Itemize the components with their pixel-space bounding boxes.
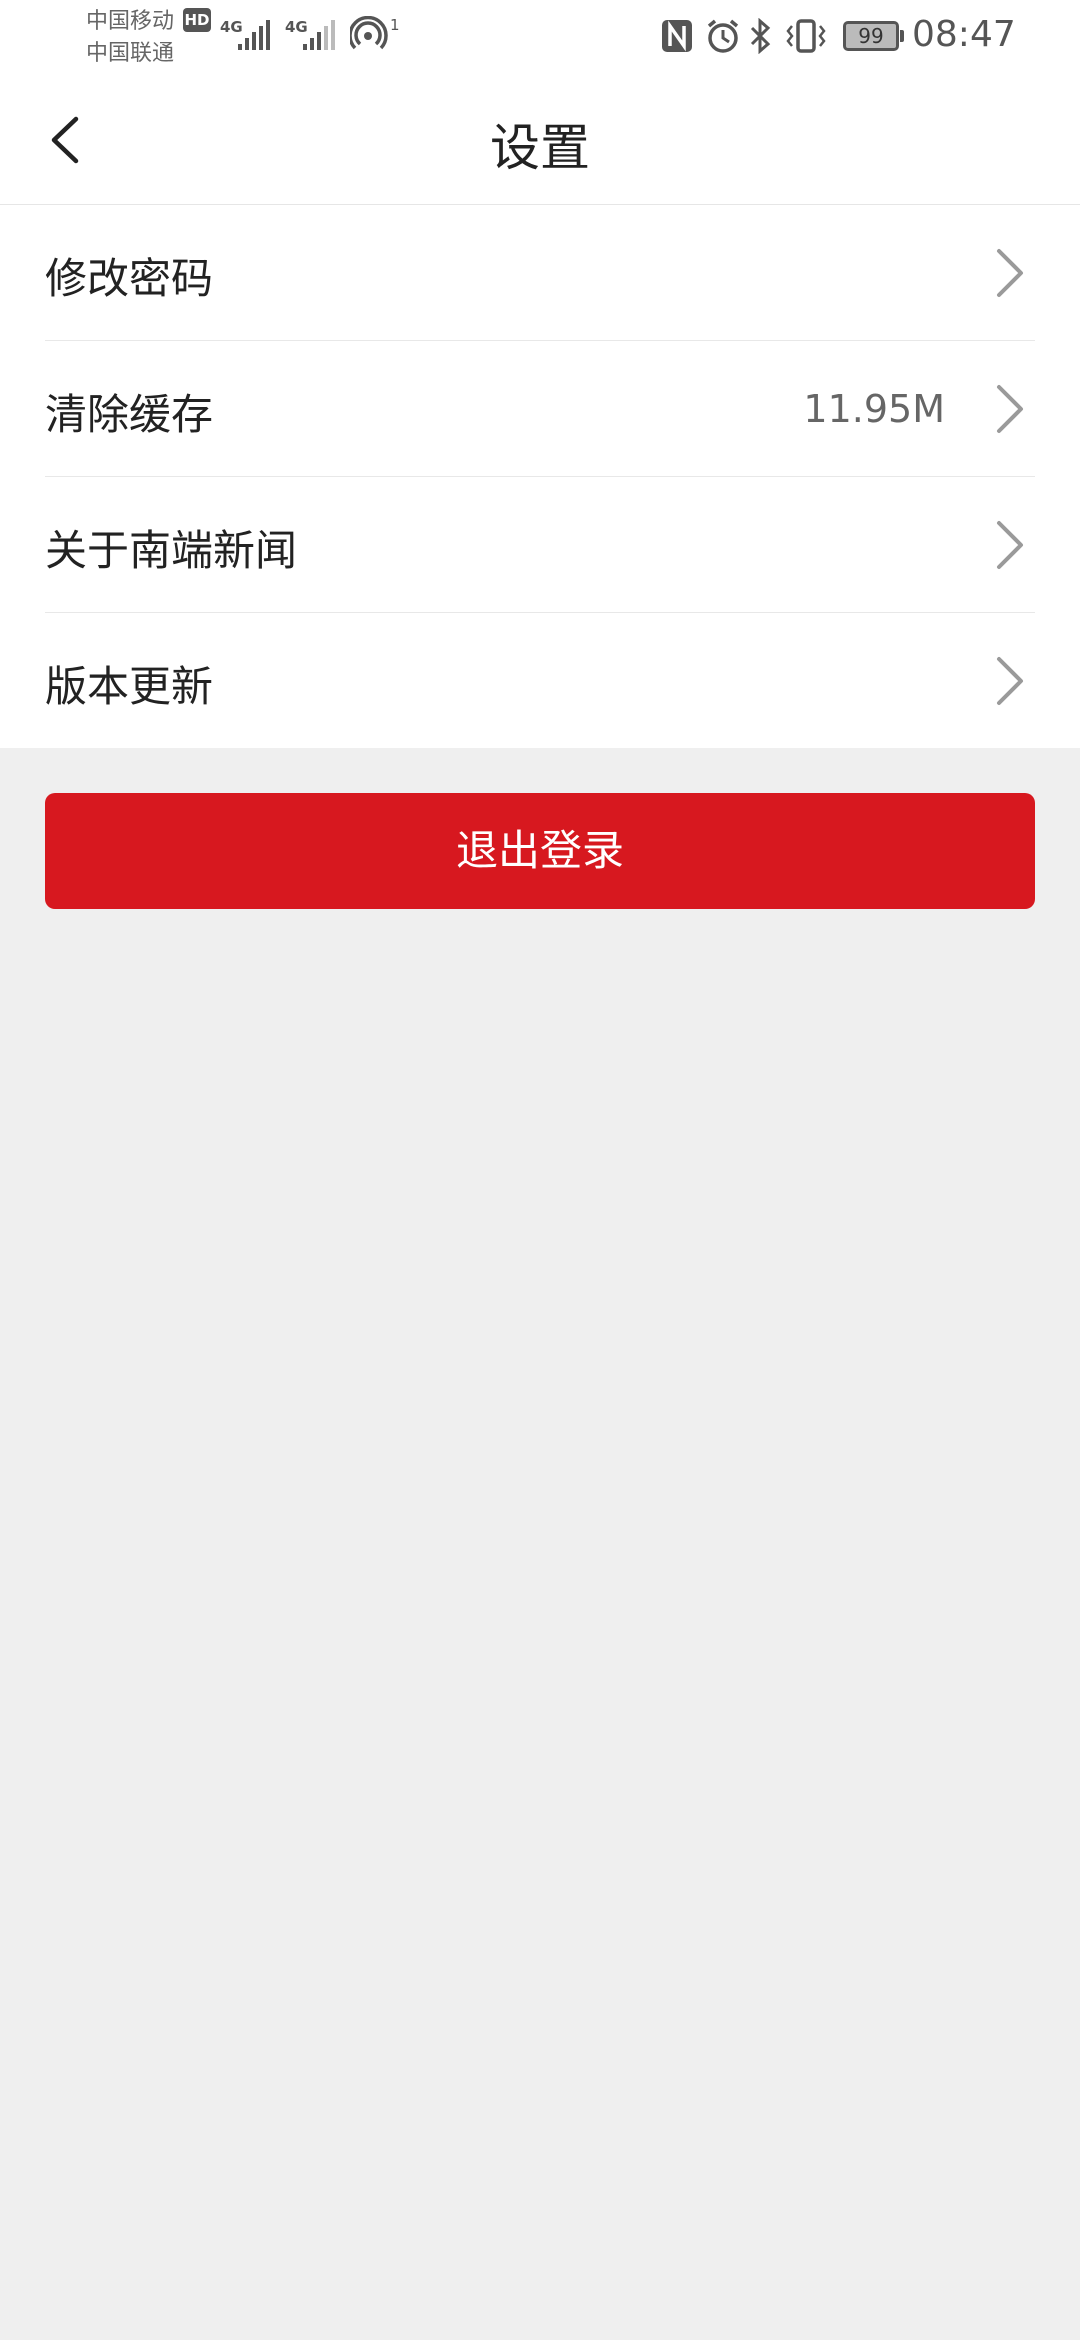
settings-item-change-password[interactable]: 修改密码: [45, 205, 1035, 341]
carrier-1-label: 中国移动: [86, 9, 175, 34]
carrier-2-label: 中国联通: [86, 41, 175, 66]
signal-1-icon: 4G: [220, 16, 278, 52]
battery-icon: 99: [843, 21, 904, 51]
hd-badge: HD: [183, 8, 211, 32]
settings-item-version-update[interactable]: 版本更新: [45, 613, 1035, 749]
settings-item-about[interactable]: 关于南端新闻: [45, 477, 1035, 613]
carrier-info: 中国移动 中国联通: [86, 6, 174, 70]
settings-item-clear-cache[interactable]: 清除缓存 11.95M: [45, 341, 1035, 477]
chevron-right-icon: [997, 521, 1023, 569]
settings-item-label: 修改密码: [45, 254, 214, 303]
status-bar: 中国移动 中国联通 HD 4G 4G 1 99 08:47: [0, 0, 1080, 70]
logout-button[interactable]: 退出登录: [45, 793, 1035, 909]
bluetooth-icon: [748, 17, 774, 55]
nfc-icon: [660, 18, 694, 54]
page-title: 设置: [490, 119, 590, 177]
chevron-right-icon: [997, 249, 1023, 297]
nav-bar: 设置: [0, 70, 1080, 205]
hotspot-count: 1: [390, 16, 400, 34]
cache-size-value: 11.95M: [803, 387, 945, 431]
settings-item-label: 版本更新: [45, 662, 214, 711]
hotspot-icon: 1: [348, 15, 400, 52]
settings-item-label: 清除缓存: [45, 390, 214, 439]
status-time: 08:47: [912, 14, 1016, 55]
vibrate-icon: [784, 18, 828, 54]
alarm-icon: [705, 18, 741, 54]
settings-list: 修改密码 清除缓存 11.95M 关于南端新闻 版本更新: [0, 205, 1080, 748]
settings-item-label: 关于南端新闻: [45, 526, 298, 575]
chevron-right-icon: [997, 385, 1023, 433]
signal-2-icon: 4G: [285, 16, 343, 52]
chevron-right-icon: [997, 657, 1023, 705]
